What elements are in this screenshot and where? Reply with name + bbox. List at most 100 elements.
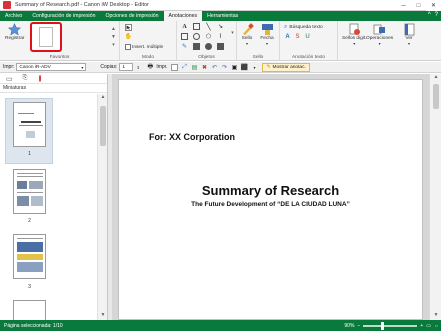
ellipse-tool-icon[interactable] <box>193 33 200 40</box>
maximize-button[interactable]: □ <box>411 0 426 11</box>
thumbnail-scroll-thumb[interactable] <box>100 106 106 146</box>
more-objects-icon[interactable]: ▾ <box>229 29 236 36</box>
copies-label: Copias: <box>100 64 118 70</box>
arrow-tool-icon[interactable]: ↘ <box>217 23 224 30</box>
scroll-down-icon[interactable]: ▼ <box>98 312 108 320</box>
thumbnail-scrollbar[interactable]: ▲ ▼ <box>97 94 107 320</box>
thumbnail-page-number: 1 <box>28 151 31 157</box>
add-page-icon[interactable]: ▤ <box>190 63 198 71</box>
tab-annotations[interactable]: Anotaciones <box>163 11 203 21</box>
tab-tools[interactable]: Herramientas <box>202 11 243 21</box>
insert-multiple-icon <box>125 44 131 50</box>
thumbnail-page-2[interactable] <box>13 169 46 214</box>
thumb-table <box>17 262 43 272</box>
insert-multiple-button[interactable]: Insert. múltiple <box>125 44 163 50</box>
thumbnail-tab-icon[interactable]: ▭ <box>6 75 13 83</box>
document-scroll-thumb[interactable] <box>433 84 439 109</box>
rectangle-tool-icon[interactable] <box>193 23 200 30</box>
fit-width-icon[interactable]: ⇔ <box>434 323 439 329</box>
zoom-slider[interactable] <box>363 321 418 330</box>
thumb-table <box>17 254 43 260</box>
print-area-icon[interactable]: ▣ <box>230 63 238 71</box>
attachment-tab-icon[interactable]: ⎘ <box>23 75 28 82</box>
thumbnail-page-1[interactable] <box>13 102 46 147</box>
scroll-down-icon[interactable]: ▼ <box>110 33 117 40</box>
view-button[interactable]: Ver ▾ <box>402 23 416 46</box>
scroll-down-icon[interactable]: ▼ <box>430 312 441 320</box>
fit-icon[interactable]: ⤢ <box>180 63 188 71</box>
help-icon[interactable]: ? <box>435 12 438 18</box>
copies-stepper-icon[interactable]: ⇕ <box>134 63 142 71</box>
document-scrollbar[interactable]: ▲ ▼ <box>429 74 441 320</box>
fit-page-icon[interactable]: ▭ <box>426 323 431 329</box>
digital-stamps-button[interactable]: Sellos digit. ▾ <box>342 23 367 46</box>
thumb-text-line <box>17 192 43 193</box>
close-button[interactable]: ✕ <box>426 0 441 11</box>
group-objects: A ╲ ↘ ⬠ ⌇ ✎ ▾ Objetos <box>177 21 237 61</box>
undo-icon[interactable]: ↶ <box>210 63 218 71</box>
filled-polygon-tool-icon[interactable] <box>217 43 224 50</box>
scroll-up-icon[interactable]: ▲ <box>110 25 117 32</box>
thumbnail-page-3[interactable] <box>13 234 46 279</box>
document-subtitle: The Future Development of “DE LA CIUDAD … <box>191 201 350 208</box>
stamp-button[interactable]: Sello ▾ <box>240 23 254 46</box>
zoom-in-icon[interactable]: + <box>420 323 423 329</box>
document-page[interactable]: For: XX Corporation Summary of Research … <box>118 79 423 320</box>
polyline-tool-icon[interactable]: ⌇ <box>217 33 224 40</box>
select-mode-icon[interactable] <box>125 24 132 31</box>
filled-rect-tool-icon[interactable] <box>193 43 200 50</box>
view-dropdown-icon: ▾ <box>407 41 410 46</box>
title-bar: Summary of Research.pdf - Canon iW Deskt… <box>0 0 441 11</box>
date-button[interactable]: Fecha ▾ <box>260 23 274 46</box>
delete-icon[interactable]: ✖ <box>200 63 208 71</box>
format-dropdown-icon[interactable]: ▾ <box>250 63 258 71</box>
zoom-slider-knob[interactable] <box>381 321 385 330</box>
pen-tool-icon[interactable]: ✎ <box>181 43 188 50</box>
annotation-icon: ✎ <box>266 64 271 70</box>
zoom-out-icon[interactable]: − <box>357 323 360 329</box>
thumbnail-page-4[interactable] <box>13 300 46 320</box>
text-tool-icon[interactable]: A <box>181 23 188 30</box>
text-highlight-icon[interactable]: A <box>284 33 291 40</box>
document-title: Summary of Research <box>201 183 340 198</box>
scroll-up-icon[interactable]: ▲ <box>98 94 108 102</box>
bookmark-tab-icon[interactable]: ❚ <box>37 75 42 82</box>
pan-mode-icon[interactable]: ✋ <box>125 33 132 40</box>
group-label-objects: Objetos <box>198 55 215 60</box>
tab-print-settings[interactable]: Configuración de impresión <box>27 11 100 21</box>
thumb-image <box>26 131 35 138</box>
tab-archivo[interactable]: Archivo <box>0 11 27 21</box>
scroll-up-icon[interactable]: ▲ <box>430 74 441 82</box>
filled-ellipse-tool-icon[interactable] <box>205 43 212 50</box>
textbox-tool-icon[interactable] <box>181 33 188 40</box>
search-text-button[interactable]: ⌕ Búsqueda texto <box>284 24 323 31</box>
page-icon[interactable] <box>171 63 179 71</box>
format-icon[interactable]: ⬛ <box>240 63 248 71</box>
line-tool-icon[interactable]: ╲ <box>205 23 212 31</box>
text-strike-icon[interactable]: S <box>294 33 301 40</box>
tab-print-options[interactable]: Opciones de impresión <box>100 11 163 21</box>
thumbnail-page-number: 2 <box>28 218 31 224</box>
show-annotations-toggle[interactable]: ✎ Mostrar anotac. <box>262 62 310 72</box>
printer-label: Impr: <box>3 64 15 70</box>
thumb-image <box>17 181 27 189</box>
thumb-image <box>31 196 43 206</box>
copies-field[interactable]: 1 <box>119 63 134 71</box>
collapse-ribbon-icon[interactable]: ^ <box>428 12 431 18</box>
group-label-favorites: Favoritos <box>49 55 70 60</box>
register-button[interactable]: Registrar <box>5 23 24 41</box>
document-for-line: For: XX Corporation <box>149 132 235 142</box>
polygon-tool-icon[interactable]: ⬠ <box>205 33 212 40</box>
favorite-slot-highlighted[interactable] <box>30 22 62 52</box>
expand-favorites-icon[interactable]: ▾ <box>110 41 117 48</box>
group-label-text-annotation: Anotación texto <box>291 55 326 60</box>
date-dropdown-icon: ▾ <box>265 41 268 46</box>
redo-icon[interactable]: ↷ <box>220 63 228 71</box>
print-button[interactable]: 🖶 Impr. <box>145 63 168 71</box>
minimize-button[interactable]: ─ <box>396 0 411 11</box>
text-underline-icon[interactable]: U <box>304 33 311 40</box>
view-icon <box>402 23 416 36</box>
thumb-image <box>17 196 29 206</box>
printer-select[interactable]: Canon iR-ADV ▾ <box>16 63 87 71</box>
operations-button[interactable]: Operaciones ▾ <box>366 23 393 46</box>
